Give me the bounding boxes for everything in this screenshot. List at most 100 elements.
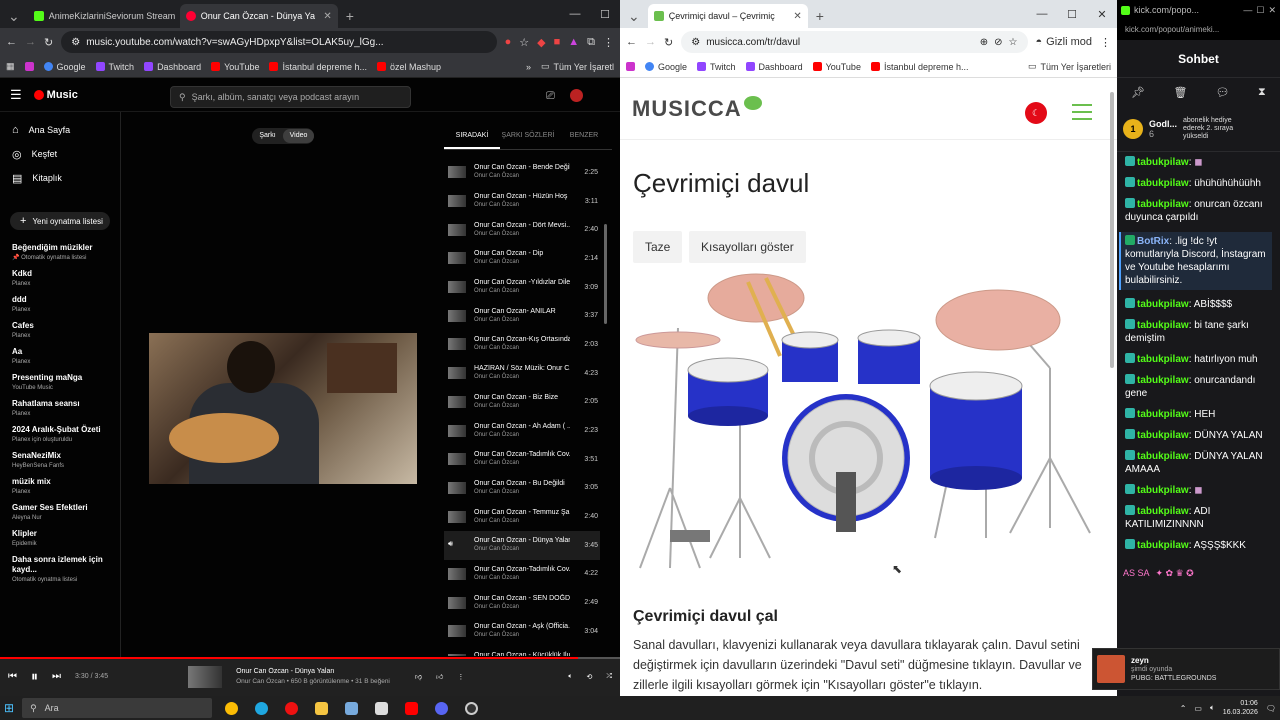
queue-item[interactable]: Onur Can Özcan-Tadımlık Cov... Onur Can Ö… — [444, 445, 600, 474]
chat-message[interactable]: tabukpilaw: onurcan özcanı duyunca çarpı… — [1125, 198, 1272, 224]
queue-item[interactable]: Onur Can Özcan - Aşk (Officia... Onur Can… — [444, 617, 600, 646]
tab-up-next[interactable]: SIRADAKİ — [444, 132, 500, 149]
clock[interactable]: 01:06 16.03.2026 — [1223, 699, 1258, 717]
playlist-item[interactable]: ddd Planex — [0, 292, 120, 318]
chat-message[interactable]: tabukpilaw: ◼ — [1125, 156, 1272, 169]
maximize-icon[interactable]: ☐ — [1057, 8, 1087, 21]
queue-item[interactable]: Onur Can Özcan - Dört Mevsi... Onur Can Ö… — [444, 215, 600, 244]
menu-icon[interactable]: ⋮ — [1100, 36, 1111, 49]
new-tab-button[interactable]: + — [338, 4, 362, 28]
bookmark-dashboard[interactable]: Dashboard — [745, 62, 803, 72]
trash-icon[interactable]: 🗑︎ — [1173, 86, 1187, 99]
hourglass-icon[interactable]: ⧗ — [1258, 86, 1266, 99]
playlist-item[interactable]: 2024 Aralık-Şubat Özeti Planex için oluşt… — [0, 422, 120, 448]
discord-taskbar-icon[interactable] — [430, 698, 452, 718]
playlist-item[interactable]: Gamer Ses Efektleri Aleyna Nur — [0, 500, 120, 526]
back-icon[interactable]: ← — [6, 36, 17, 48]
site-info-icon[interactable]: ⚙ — [691, 37, 700, 48]
chat-message[interactable]: tabukpilaw: AŞŞŞ$KKK — [1125, 539, 1272, 552]
tab-youtube-music[interactable]: Onur Can Özcan - Dünya Ya ✕ — [179, 4, 338, 28]
queue-item[interactable]: Onur Can Özcan - SEN DOĞD... Onur Can Özc… — [444, 588, 600, 617]
puzzle-icon[interactable]: ⧉ — [587, 36, 595, 49]
queue-item[interactable]: Onur Can Özcan-Kış Ortasında Onur Can Özc… — [444, 330, 600, 359]
hamburger-menu-icon[interactable]: ☰ — [10, 87, 22, 103]
hamburger-menu-icon[interactable] — [1072, 104, 1092, 125]
ride-cymbal[interactable] — [935, 289, 1061, 351]
chat-message[interactable]: tabukpilaw: ADI KATILIMIZINNNN — [1125, 505, 1272, 531]
snare-drum[interactable] — [687, 357, 769, 426]
obs-taskbar-icon[interactable] — [460, 698, 482, 718]
bookmark-istanbul[interactable]: İstanbul depreme h... — [269, 62, 367, 72]
video-frame[interactable] — [149, 333, 417, 484]
incognito-badge[interactable]: ◓ Gizli mod — [1036, 36, 1093, 48]
opera-taskbar-icon[interactable] — [280, 698, 302, 718]
store-taskbar-icon[interactable] — [370, 698, 392, 718]
url-field[interactable]: ⚙ musicca.com/tr/davul ⊕ ⊘ ☆ — [681, 31, 1028, 53]
close-window-icon[interactable]: ✕ — [1087, 8, 1117, 21]
more-options-icon[interactable]: ⋮ — [457, 673, 464, 681]
queue-item[interactable]: 🔊︎ Onur Can Özcan - Dünya Yalan Onur Can Ö… — [444, 530, 600, 560]
extensions-icon[interactable]: ● — [505, 36, 512, 48]
musicca-logo[interactable]: MUSICCA — [632, 95, 762, 122]
new-playlist-button[interactable]: + Yeni oynatma listesi — [10, 212, 110, 230]
tom-drum-left[interactable] — [781, 331, 839, 382]
tab-related[interactable]: BENZER — [556, 132, 612, 149]
eye-off-icon[interactable]: ⊘ — [994, 37, 1002, 48]
minimize-icon[interactable]: — — [1243, 5, 1252, 15]
all-bookmarks-folder[interactable]: ▭ Tüm Yer İşaretleri — [1028, 61, 1111, 72]
apps-icon[interactable]: ▦ — [6, 61, 15, 72]
bookmark-dashboard[interactable]: Dashboard — [144, 62, 201, 72]
toggle-video[interactable]: Video — [283, 129, 314, 143]
avatar[interactable] — [570, 89, 583, 102]
now-playing-thumbnail[interactable] — [188, 665, 223, 688]
tab-musicca[interactable]: Çevrimiçi davul – Çevrimiç ✕ — [647, 4, 808, 28]
chat-message[interactable]: tabukpilaw: DÜNYA YALAN — [1125, 429, 1272, 442]
volume-icon[interactable]: 🔈︎ — [1210, 703, 1215, 713]
maximize-icon[interactable]: ☐ — [590, 8, 620, 21]
queue-item[interactable]: Onur Can Özcan - Hüzün Hoş ... Onur Can Ö… — [444, 187, 600, 216]
game-notification[interactable]: zeyn şimdi oyunda PUBG: BATTLEGROUNDS — [1092, 648, 1280, 690]
hihat-pedal[interactable] — [670, 530, 710, 542]
copilot-taskbar-icon[interactable] — [340, 698, 362, 718]
bookmark-star-icon[interactable]: ☆ — [519, 36, 529, 49]
windows-start-icon[interactable]: ⊞ — [4, 701, 14, 715]
tab-search-button[interactable]: ⌄ — [620, 4, 648, 28]
bass-pedal[interactable] — [836, 472, 856, 532]
pause-icon[interactable]: ⏸ — [31, 668, 38, 685]
queue-item[interactable]: Onur Can Özcan - Küçüklük Ilu...Onur Can… — [444, 646, 600, 656]
floor-tom[interactable] — [929, 371, 1023, 490]
chat-username[interactable]: tabukpilaw — [1137, 320, 1189, 331]
more-bookmarks-icon[interactable]: » — [526, 62, 531, 72]
bookmark-twitch[interactable]: Twitch — [95, 62, 134, 72]
chat-message[interactable]: tabukpilaw: hatırlıyon muh — [1125, 353, 1272, 366]
queue-item[interactable]: Onur Can Özcan - Temmuz Şa... Onur Can Öz… — [444, 502, 600, 531]
menu-icon[interactable]: ⋮ — [603, 36, 614, 49]
back-icon[interactable]: ← — [626, 36, 637, 48]
maximize-icon[interactable]: ☐ — [1256, 5, 1264, 16]
bookmark-youtube[interactable]: YouTube — [211, 62, 259, 72]
extension-icon[interactable]: ▲ — [568, 36, 579, 48]
reload-icon[interactable]: ↻ — [664, 36, 673, 49]
close-window-icon[interactable]: ✕ — [1268, 5, 1276, 16]
ytm-logo[interactable]: Music — [33, 89, 78, 101]
hihat-cymbal[interactable] — [635, 331, 721, 349]
playlist-item[interactable]: Aa Planex — [0, 344, 120, 370]
fresh-button[interactable]: Taze — [633, 231, 683, 263]
now-playing-title[interactable]: Onur Can Özcan - Dünya Yalan — [236, 667, 401, 677]
chat-message[interactable]: tabukpilaw: onurcandandı gene — [1125, 374, 1272, 400]
queue-item[interactable]: Onur Can Özcan - Biz Bize Onur Can Özcan 2… — [444, 388, 600, 417]
like-icon[interactable]: 👍︎ — [436, 672, 443, 681]
queue-item[interactable]: Onur Can Özcan-Tadımlık Cov... Onur Can Ö… — [444, 560, 600, 589]
extension-icon[interactable]: ◆ — [537, 36, 545, 49]
tab-lyrics[interactable]: ŞARKI SÖZLERİ — [500, 132, 556, 149]
previous-icon[interactable]: ⏮ — [8, 671, 17, 682]
sidebar-item-2[interactable]: ▤ Kitaplık — [0, 166, 120, 190]
minimize-icon[interactable]: — — [1027, 8, 1057, 20]
chat-message[interactable]: tabukpilaw: HEH — [1125, 408, 1272, 421]
forward-icon[interactable]: → — [645, 36, 656, 48]
chat-message[interactable]: tabukpilaw: bi tane şarkı demiştim — [1125, 319, 1272, 345]
chat-bubble-icon[interactable]: 💬︎ — [1216, 86, 1230, 99]
tab-kick-stream[interactable]: AnimeKizlariniSeviorum Stream ✕ — [28, 4, 180, 28]
file-explorer-taskbar-icon[interactable] — [310, 698, 332, 718]
chat-username[interactable]: tabukpilaw — [1137, 430, 1189, 441]
